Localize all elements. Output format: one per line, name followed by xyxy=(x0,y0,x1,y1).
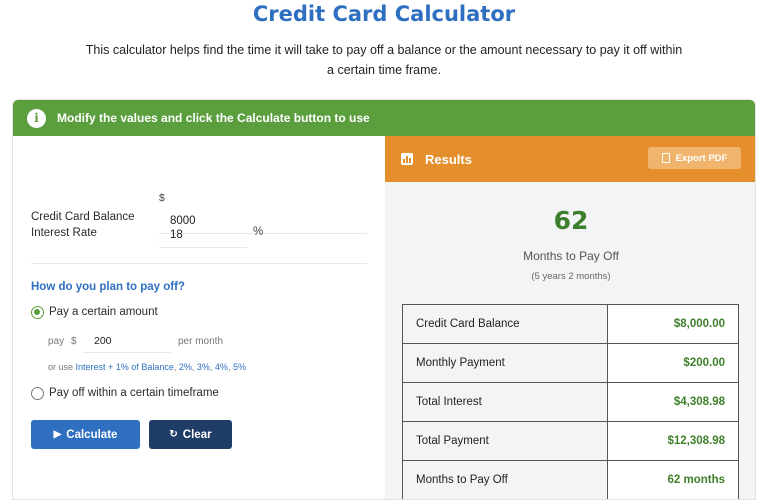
balance-label: Credit Card Balance xyxy=(31,211,135,223)
interest-label: Interest Rate xyxy=(31,227,97,239)
info-icon: i xyxy=(27,108,46,128)
payoff-question: How do you plan to pay off? xyxy=(31,281,185,293)
input-panel: $ Credit Card Balance 8000 Interest Rate… xyxy=(13,136,385,499)
percent-symbol: % xyxy=(253,226,264,238)
months-to-payoff-label: Months to Pay Off xyxy=(523,249,619,263)
export-pdf-label: Export PDF xyxy=(675,152,728,164)
calculate-button[interactable]: ▶ Calculate xyxy=(31,420,140,449)
radio-timeframe-label[interactable]: Pay off within a certain timeframe xyxy=(49,387,219,399)
pay-label: pay xyxy=(48,336,65,347)
payment-hint: or use Interest + 1% of Balance, 2%, 3%,… xyxy=(48,362,246,372)
results-panel: Results Export PDF 62 Months to Pay Off … xyxy=(385,136,755,499)
radio-pay-amount[interactable] xyxy=(31,306,44,319)
calculate-label: Calculate xyxy=(66,428,118,441)
hint-link-5pct[interactable]: 5% xyxy=(233,362,246,372)
row-value: $200.00 xyxy=(607,343,739,383)
interest-value: 18 xyxy=(170,228,183,241)
results-title: Results xyxy=(425,151,472,167)
calculator-card: i Modify the values and click the Calcul… xyxy=(12,99,756,500)
pay-currency: $ xyxy=(71,336,77,347)
pay-unit: per month xyxy=(178,336,224,347)
page-description: This calculator helps find the time it w… xyxy=(85,43,683,77)
export-pdf-button[interactable]: Export PDF xyxy=(648,147,741,169)
table-row: Total Interest $4,308.98 xyxy=(402,382,739,422)
hint-link-4pct[interactable]: 4% xyxy=(215,362,228,372)
hint-prefix: or use xyxy=(48,362,74,372)
table-row: Monthly Payment $200.00 xyxy=(402,343,739,383)
radio-pay-amount-label[interactable]: Pay a certain amount xyxy=(49,306,158,318)
interest-input[interactable]: 18 xyxy=(159,222,247,248)
play-icon: ▶ xyxy=(53,429,62,440)
row-label: Total Payment xyxy=(402,421,608,461)
clear-label: Clear xyxy=(182,428,212,441)
months-to-payoff-value: 62 xyxy=(553,206,589,235)
row-value: $12,308.98 xyxy=(607,421,739,461)
document-icon xyxy=(661,153,670,163)
table-row: Credit Card Balance $8,000.00 xyxy=(402,304,739,344)
row-value: $8,000.00 xyxy=(607,304,739,344)
monthly-payment-value: 200 xyxy=(94,334,112,347)
instruction-banner: i Modify the values and click the Calcul… xyxy=(13,100,755,136)
radio-timeframe[interactable] xyxy=(31,387,44,400)
hint-link-interest-plus-1[interactable]: Interest + 1% of Balance xyxy=(76,362,174,372)
bar-chart-icon xyxy=(401,153,413,165)
row-label: Credit Card Balance xyxy=(402,304,608,344)
divider xyxy=(31,263,367,264)
hint-link-3pct[interactable]: 3% xyxy=(197,362,210,372)
refresh-icon: ↻ xyxy=(169,429,178,440)
row-label: Monthly Payment xyxy=(402,343,608,383)
hint-link-2pct[interactable]: 2% xyxy=(179,362,192,372)
page-title: Credit Card Calculator xyxy=(252,2,516,26)
clear-button[interactable]: ↻ Clear xyxy=(149,420,232,449)
monthly-payment-input[interactable]: 200 xyxy=(83,329,171,353)
row-value: $4,308.98 xyxy=(607,382,739,422)
row-label: Total Interest xyxy=(402,382,608,422)
results-header: Results Export PDF xyxy=(385,136,755,182)
years-months-note: (5 years 2 months) xyxy=(531,271,611,282)
table-row: Total Payment $12,308.98 xyxy=(402,421,739,461)
row-label: Months to Pay Off xyxy=(402,460,608,499)
row-value: 62 months xyxy=(607,460,739,499)
table-row: Months to Pay Off 62 months xyxy=(402,460,739,499)
banner-text: Modify the values and click the Calculat… xyxy=(57,111,370,125)
balance-currency: $ xyxy=(159,192,165,204)
results-table: Credit Card Balance $8,000.00 Monthly Pa… xyxy=(402,304,739,499)
